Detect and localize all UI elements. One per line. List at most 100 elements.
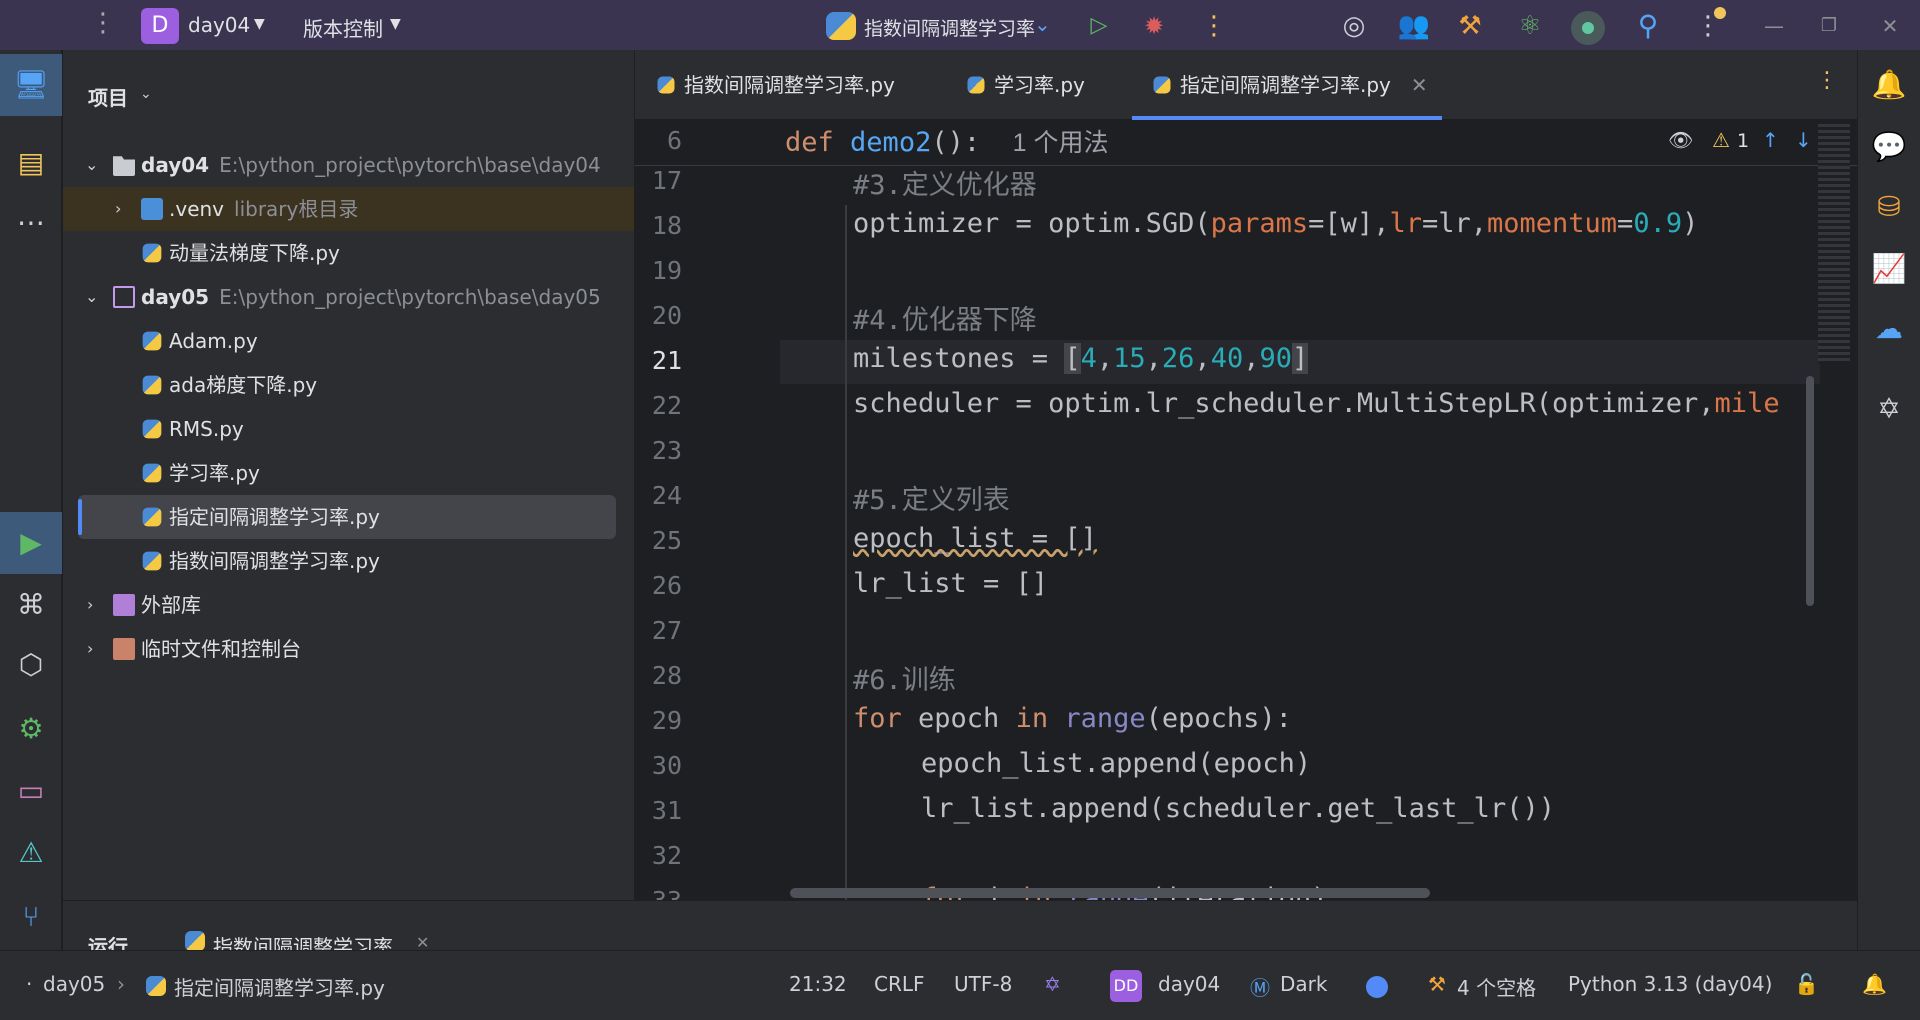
notifications-icon[interactable]: 🔔 (1868, 64, 1910, 106)
horizontal-scrollbar[interactable] (790, 888, 1430, 898)
ai-assistant-icon[interactable]: ◎ (1336, 8, 1372, 44)
deployment-icon[interactable]: ☁ (1868, 308, 1910, 350)
run-panel-title[interactable]: 运行 (88, 931, 128, 950)
git-icon[interactable]: ⑂ (10, 896, 52, 938)
tab-file[interactable]: 学习率.py (966, 50, 1085, 120)
more-actions-icon[interactable]: ⋮ (1196, 8, 1232, 44)
run-tab[interactable]: 指数间隔调整学习率 (213, 931, 393, 950)
terminal-icon[interactable]: ▭ (10, 770, 52, 812)
tab-file[interactable]: 指数间隔调整学习率.py (656, 50, 895, 120)
tree-item-file[interactable]: 动量法梯度下降.py (63, 231, 634, 275)
python-file-icon (142, 243, 162, 263)
code-line: lr_list = [] (853, 568, 1049, 599)
close-tab-icon[interactable]: ✕ (1411, 73, 1428, 97)
run-tool-icon[interactable]: ▶ (0, 512, 62, 574)
tree-item-day05[interactable]: ⌄ day05 E:\python_project\pytorch\base\da… (63, 275, 634, 319)
python-file-icon (185, 931, 205, 950)
warning-count[interactable]: 1 (1737, 130, 1749, 152)
line-number: 23 (651, 436, 682, 465)
chevron-down-icon[interactable]: ⌄ (85, 275, 98, 319)
close-icon[interactable]: ✕ (1872, 8, 1908, 44)
indent-guide (845, 205, 847, 905)
project-name[interactable]: day04 (188, 13, 250, 37)
chevron-down-icon[interactable]: ⌄ (140, 86, 152, 102)
lock-icon[interactable]: 🔓 (1794, 972, 1819, 996)
arrow-down-icon[interactable]: ↓ (1795, 128, 1812, 152)
chevron-right-icon[interactable]: › (115, 187, 121, 231)
vertical-scrollbar[interactable] (1806, 376, 1814, 606)
tab-file-active[interactable]: 指定间隔调整学习率.py ✕ (1132, 50, 1442, 120)
line-number: 6 (666, 126, 682, 155)
atom-icon[interactable]: ⚛ (1512, 8, 1548, 44)
chevron-right-icon[interactable]: › (87, 583, 93, 627)
tree-item-file[interactable]: RMS.py (63, 407, 634, 451)
tree-item-label: 指定间隔调整学习率.py (169, 505, 380, 529)
search-icon[interactable]: ⚲ (1630, 8, 1666, 44)
code-line: #4.优化器下降 (853, 305, 1037, 336)
chevron-down-icon[interactable]: ⌄ (1034, 12, 1051, 36)
python-interpreter[interactable]: Python 3.13 (day04) (1568, 972, 1772, 996)
breadcrumb-file[interactable]: 指定间隔调整学习率.py (174, 972, 385, 1001)
minimap[interactable] (1818, 124, 1850, 364)
tools-icon[interactable]: ⚒ (1452, 8, 1488, 44)
chevron-right-icon[interactable]: › (87, 627, 93, 671)
tree-item-file[interactable]: ada梯度下降.py (63, 363, 634, 407)
run-icon[interactable]: ▷ (1081, 8, 1117, 44)
file-encoding[interactable]: UTF-8 (954, 972, 1012, 996)
vcs-menu[interactable]: 版本控制 (303, 13, 383, 42)
sciview-icon[interactable]: 📈 (1868, 248, 1910, 290)
chevron-right-icon: › (117, 972, 125, 996)
tab-menu-icon[interactable]: ⋮ (1816, 68, 1838, 93)
arrow-up-icon[interactable]: ↑ (1762, 128, 1779, 152)
tree-item-scratches[interactable]: › 临时文件和控制台 (63, 627, 634, 671)
chevron-down-icon[interactable]: ▼ (390, 16, 401, 32)
tree-item-day04[interactable]: ⌄ day04 E:\python_project\pytorch\base\da… (63, 143, 634, 187)
tree-item-file-selected[interactable]: 指定间隔调整学习率.py (63, 495, 634, 539)
project-view-icon[interactable]: 🖥 (0, 54, 62, 116)
minimize-icon[interactable]: — (1756, 8, 1792, 44)
tree-item-label: Adam.py (169, 329, 258, 353)
plugin-status-icon[interactable]: ✡ (1044, 972, 1061, 996)
reader-mode-icon[interactable]: 👁 (1668, 128, 1693, 152)
services-icon[interactable]: ⚙ (10, 708, 52, 750)
folder-icon (113, 286, 135, 308)
breadcrumb-folder[interactable]: day05 (43, 972, 105, 996)
chevron-down-icon[interactable]: ▼ (254, 16, 265, 32)
usages-hint[interactable]: 1 个用法 (1013, 129, 1109, 157)
theme-label[interactable]: Dark (1280, 972, 1327, 996)
project-badge[interactable]: D (141, 8, 179, 44)
indent-setting[interactable]: 4 个空格 (1457, 972, 1536, 1001)
problems-icon[interactable]: ⚠ (10, 832, 52, 874)
debug-icon[interactable]: ✹ (1136, 8, 1172, 44)
restore-icon[interactable]: ❐ (1811, 8, 1847, 44)
line-number: 28 (651, 661, 682, 690)
tree-item-external-libs[interactable]: › 外部库 (63, 583, 634, 627)
python-file-icon (142, 551, 162, 571)
line-separator[interactable]: CRLF (874, 972, 925, 996)
python-packages-icon[interactable]: ⬡ (10, 644, 52, 686)
database-icon[interactable]: ⛁ (1868, 186, 1910, 228)
tree-item-file[interactable]: 指数间隔调整学习率.py (63, 539, 634, 583)
python-console-icon[interactable]: ⌘ (10, 584, 52, 626)
structure-icon[interactable]: ▤ (10, 142, 52, 184)
status-circle-icon[interactable] (1366, 976, 1388, 998)
more-tools-icon[interactable]: ⋯ (10, 202, 52, 244)
ai-chat-icon[interactable]: 💬 (1868, 126, 1910, 168)
tree-item-file[interactable]: Adam.py (63, 319, 634, 363)
line-number: 25 (651, 526, 682, 555)
code-with-me-icon[interactable]: 👥 (1396, 8, 1432, 44)
plugin-icon[interactable]: ✡ (1868, 388, 1910, 430)
warning-icon[interactable]: ⚠ (1712, 128, 1730, 152)
code-line: epoch_list = [] (853, 523, 1097, 554)
notifications-icon[interactable]: 🔔 (1862, 972, 1887, 996)
chevron-down-icon[interactable]: ⌄ (85, 143, 98, 187)
run-config-selector[interactable]: 指数间隔调整学习率 (864, 14, 1035, 41)
main-menu-icon[interactable]: ⋮ (90, 10, 116, 36)
user-badge[interactable]: DD (1110, 970, 1142, 1002)
tree-item-file[interactable]: 学习率.py (63, 451, 634, 495)
tree-item-venv[interactable]: › .venv library根目录 (63, 187, 634, 231)
caret-position[interactable]: 21:32 (789, 972, 847, 996)
project-panel-title[interactable]: 项目 (88, 82, 128, 111)
project-status[interactable]: day04 (1158, 972, 1220, 996)
close-tab-icon[interactable]: ✕ (416, 933, 429, 950)
